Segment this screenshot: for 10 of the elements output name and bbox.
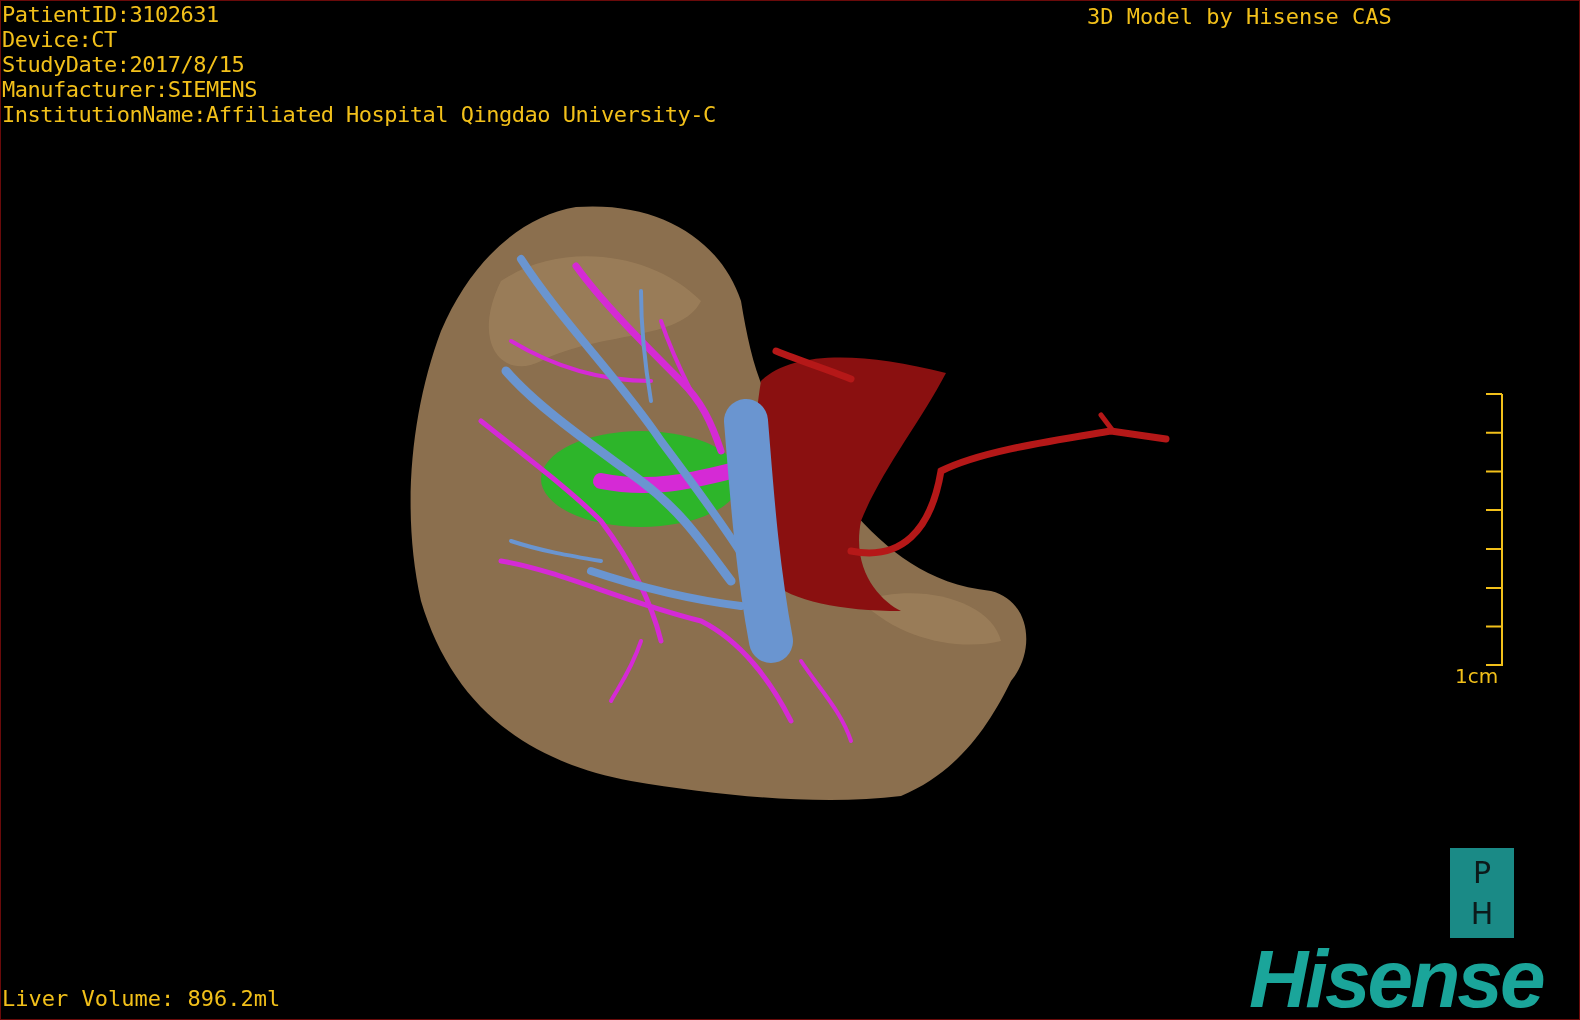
- study-info-text: PatientID:3102631: [2, 2, 220, 27]
- scale-label: 1cm: [1455, 665, 1499, 687]
- study-info-text: Device:CT: [2, 27, 118, 52]
- model-credit-text: 3D Model by Hisense CAS: [1087, 4, 1392, 29]
- study-info-text: Manufacturer:SIEMENS: [2, 77, 258, 102]
- study-info-text: StudyDate:2017/8/15: [2, 52, 246, 77]
- orientation-marker: P H: [1450, 848, 1514, 938]
- study-info-text: InstitutionName:Affiliated Hospital Qingdao University-C: [2, 102, 716, 127]
- logo-text: Hisense: [1249, 939, 1543, 1019]
- liver-volume-text: Liver Volume: 896.2ml: [2, 986, 281, 1011]
